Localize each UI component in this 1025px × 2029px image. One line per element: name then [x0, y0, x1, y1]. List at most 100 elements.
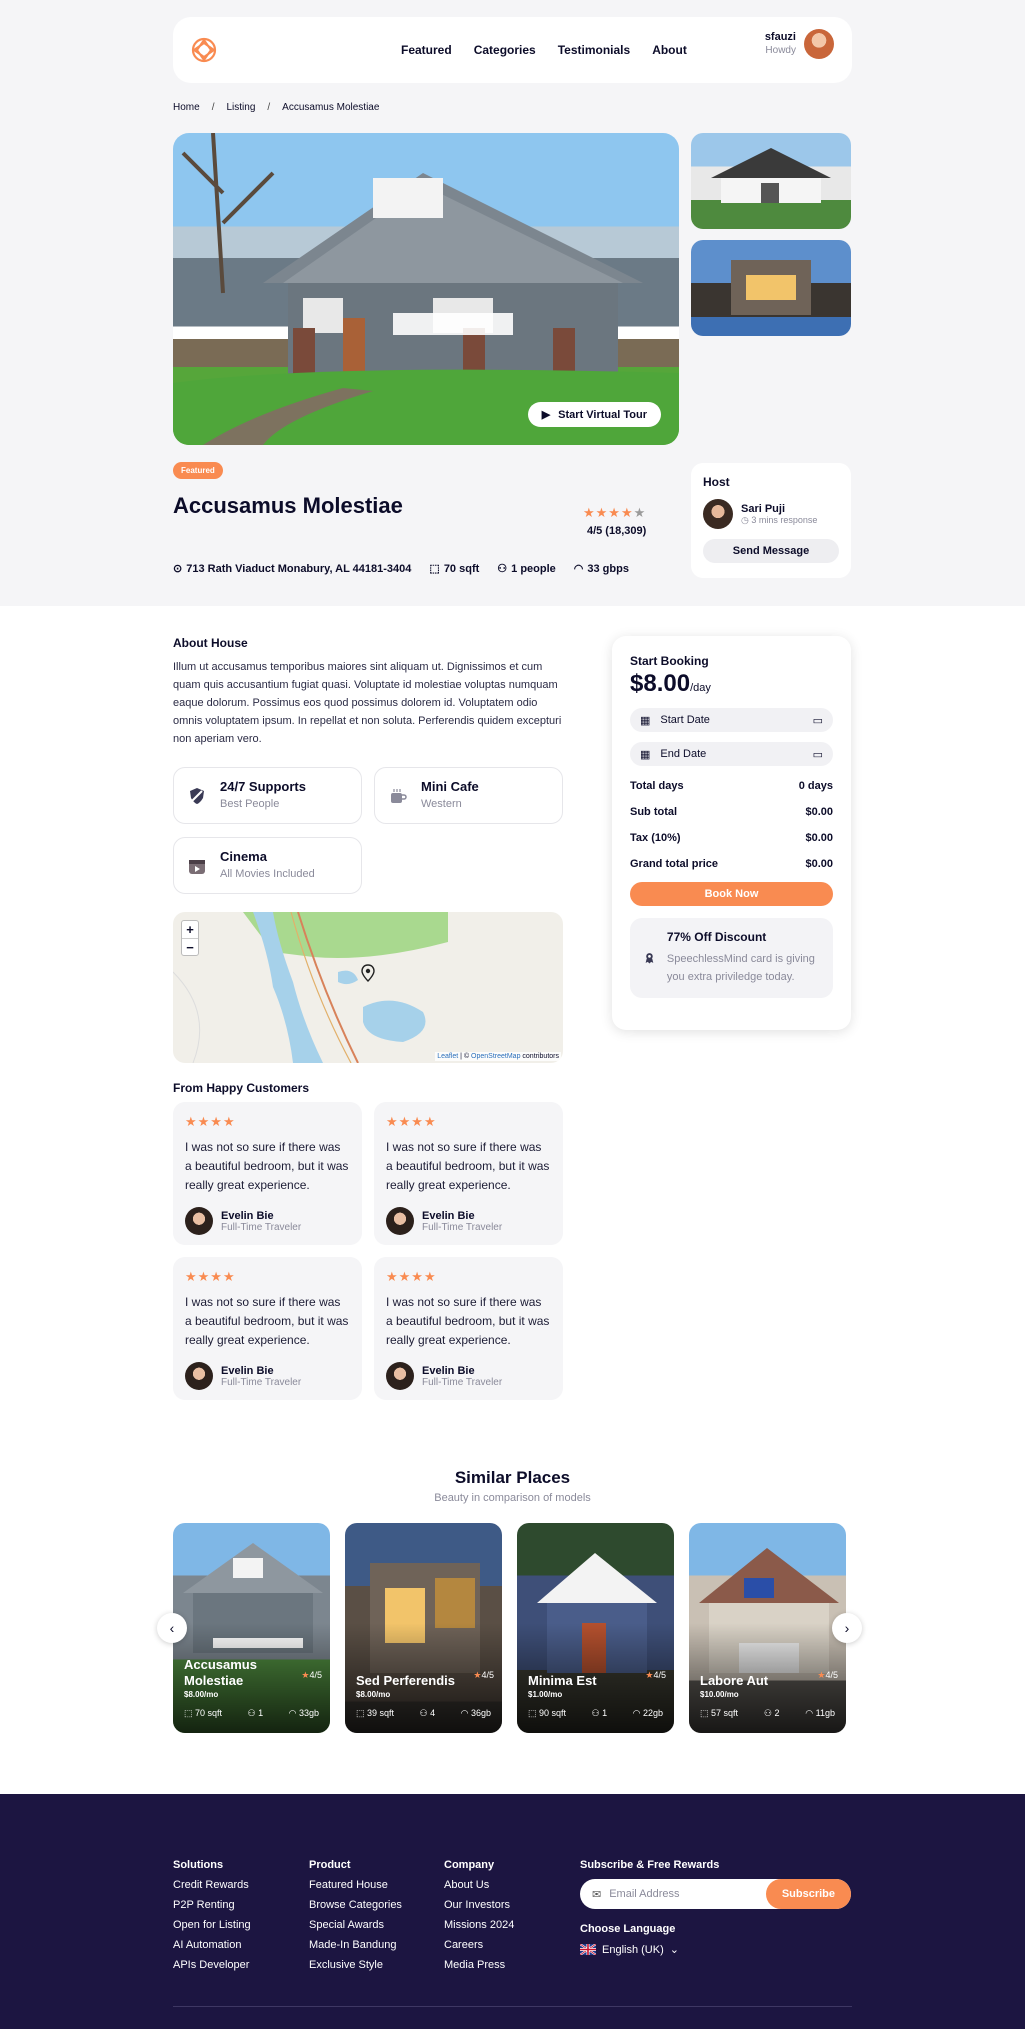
start-date-field[interactable]: ▦ Start Date ▭ [630, 708, 833, 732]
footer-link[interactable]: Media Press [444, 1959, 514, 1971]
menu-about[interactable]: About [652, 43, 687, 57]
virtual-tour-button[interactable]: ▶ Start Virtual Tour [527, 402, 661, 427]
breadcrumb-listing[interactable]: Listing [226, 102, 255, 113]
host-heading: Host [703, 475, 730, 489]
footer-link[interactable]: Made-In Bandung [309, 1939, 402, 1951]
zoom-out-button[interactable]: − [182, 938, 198, 955]
footer-link[interactable]: Credit Rewards [173, 1879, 251, 1891]
reviewer: Evelin Bie Full-Time Traveler [386, 1362, 551, 1390]
footer-link[interactable]: Careers [444, 1939, 514, 1951]
book-now-button[interactable]: Book Now [630, 882, 833, 906]
footer-link[interactable]: Missions 2024 [444, 1919, 514, 1931]
place-card[interactable]: Labore Aut $10.00/mo ★4/5 ⬚ 57 sqft ⚇ 2 ◠ … [689, 1523, 846, 1733]
user-name: sfauzi [764, 31, 796, 43]
footer-link[interactable]: Special Awards [309, 1919, 402, 1931]
language-selector[interactable]: English (UK) ⌄ [580, 1943, 851, 1956]
review-stars-icon: ★★★★ [386, 1269, 437, 1284]
wifi-icon: ◠ [573, 563, 584, 575]
size-item: ⬚ 70 sqft [429, 562, 479, 576]
send-message-button[interactable]: Send Message [703, 539, 839, 563]
menu-featured[interactable]: Featured [401, 43, 452, 57]
end-date-field[interactable]: ▦ End Date ▭ [630, 742, 833, 766]
email-placeholder[interactable]: Email Address [601, 1888, 766, 1900]
place-price: $10.00/mo [700, 1690, 739, 1699]
host-response: 3 mins response [751, 514, 818, 525]
leaflet-link[interactable]: Leaflet [437, 1053, 458, 1060]
footer-link[interactable]: AI Automation [173, 1939, 251, 1951]
people-item: ⚇ 1 people [497, 562, 556, 576]
thumb-house-modern [731, 260, 811, 315]
size-item: ⬚ 57 sqft [700, 1708, 739, 1718]
place-features: ⬚ 39 sqft ⚇ 4 ◠ 36gb [356, 1708, 491, 1719]
feature-title: Mini Cafe [421, 779, 479, 794]
footer-link[interactable]: Our Investors [444, 1899, 514, 1911]
footer-link[interactable]: P2P Renting [173, 1899, 251, 1911]
place-card[interactable]: Sed Perferendis $8.00/mo ★4/5 ⬚ 39 sqft ⚇… [345, 1523, 502, 1733]
subscribe-button[interactable]: Subscribe [765, 1879, 851, 1909]
size-item: ⬚ 70 sqft [184, 1708, 223, 1718]
footer-link[interactable]: Featured House [309, 1879, 402, 1891]
price-value: $8.00 [630, 670, 691, 697]
footer-link[interactable]: Browse Categories [309, 1899, 402, 1911]
zoom-in-button[interactable]: + [182, 921, 198, 938]
user-avatar[interactable] [804, 29, 834, 59]
chevron-right-icon: › [844, 1620, 850, 1636]
reviewer-avatar [386, 1207, 414, 1235]
row-value: $0.00 [805, 832, 833, 844]
end-date-label: End Date [660, 748, 707, 760]
place-rating: ★4/5 [817, 1670, 838, 1681]
carousel-next-button[interactable]: › [832, 1613, 862, 1643]
feature-text: Cinema All Movies Included [220, 849, 315, 882]
breadcrumb-home[interactable]: Home [173, 102, 200, 113]
place-price: $1.00/mo [528, 1690, 563, 1699]
calendar-small-icon[interactable]: ▭ [813, 714, 823, 727]
reviewer-name: Evelin Bie [422, 1209, 475, 1222]
map-pin-icon[interactable] [361, 964, 375, 982]
address-item: ⊙ 713 Rath Viaduct Monabury, AL 44181-340… [173, 562, 412, 576]
location-map[interactable]: + − Leaflet | © OpenStreetMap contributo… [173, 912, 563, 1063]
hero-image[interactable]: ▶ Start Virtual Tour [173, 133, 679, 445]
menu-testimonials[interactable]: Testimonials [558, 43, 630, 57]
menu-categories[interactable]: Categories [474, 43, 536, 57]
footer-heading: Company [444, 1859, 495, 1871]
footer-link[interactable]: APIs Developer [173, 1959, 251, 1971]
email-field[interactable]: ✉ Email Address Subscribe [580, 1879, 851, 1909]
reviewer: Evelin Bie Full-Time Traveler [185, 1362, 350, 1390]
logo-icon[interactable] [191, 37, 217, 63]
wifi-item: ◠ 22gb [632, 1708, 663, 1718]
reviewer-avatar [185, 1362, 213, 1390]
user-menu[interactable]: sfauzi Howdy [765, 29, 834, 59]
row-label: Tax (10%) [630, 832, 681, 844]
place-name: Labore Aut [700, 1673, 769, 1688]
place-rating: ★4/5 [301, 1670, 322, 1681]
address-text: 713 Rath Viaduct Monabury, AL 44181-3404 [186, 562, 412, 575]
osm-link[interactable]: OpenStreetMap [471, 1053, 520, 1060]
feature-card-cafe: Mini Cafe Western [374, 767, 563, 824]
host-avatar[interactable] [703, 499, 733, 529]
house-illustration [173, 133, 679, 445]
size-value: 90 sqft [539, 1708, 567, 1718]
host-response-block: ◷ 3 mins response [741, 515, 817, 526]
footer-link[interactable]: About Us [444, 1879, 514, 1891]
carousel-prev-button[interactable]: ‹ [157, 1613, 187, 1643]
place-card[interactable]: Accusamus Molestiae $8.00/mo ★4/5 ⬚ 70 s… [173, 1523, 330, 1733]
booking-price: $8.00/day [630, 670, 833, 698]
footer-link[interactable]: Exclusive Style [309, 1959, 402, 1971]
start-date-label: Start Date [660, 714, 710, 726]
similar-heading: Similar Places [454, 1468, 571, 1487]
row-value: 0 days [798, 780, 833, 792]
place-card[interactable]: Minima Est $1.00/mo ★4/5 ⬚ 90 sqft ⚇ 1 ◠ 2… [517, 1523, 674, 1733]
row-label: Grand total price [630, 858, 719, 870]
map-tiles [173, 912, 448, 1063]
reviewer: Evelin Bie Full-Time Traveler [185, 1207, 350, 1235]
language-value: English (UK) [602, 1943, 664, 1956]
gallery-thumb-2[interactable] [691, 240, 851, 336]
internet-text: 33 gbps [587, 562, 629, 575]
gallery-thumb-1[interactable] [691, 133, 851, 229]
breadcrumb-separator: / [267, 102, 271, 113]
calendar-small-icon[interactable]: ▭ [813, 748, 823, 761]
footer-link[interactable]: Open for Listing [173, 1919, 251, 1931]
rating-stars-icon: ★★★★★ [583, 505, 647, 520]
footer: Solutions Credit Rewards P2P Renting Ope… [0, 1794, 1025, 2029]
footer-divider [173, 2006, 852, 2007]
